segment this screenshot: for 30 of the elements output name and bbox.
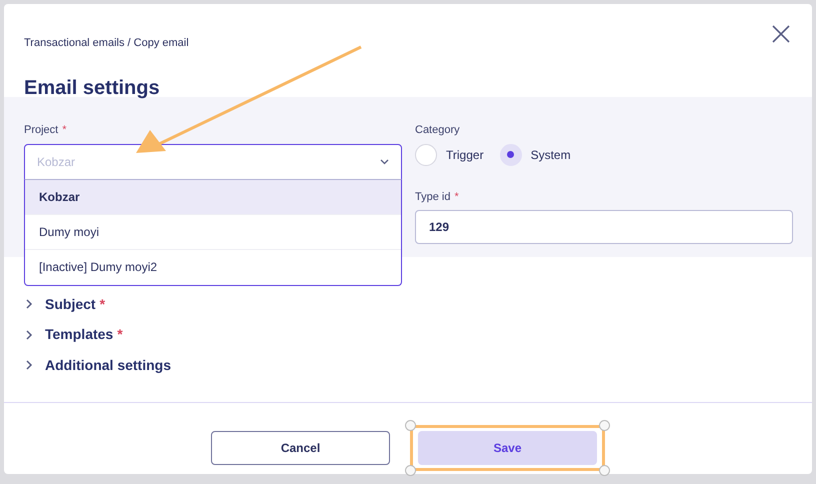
section-heading[interactable]: Templates <box>45 324 114 346</box>
close-icon[interactable] <box>772 25 790 43</box>
dropdown-option[interactable]: Dumy moyi <box>25 214 401 250</box>
type-id-label: Type id <box>415 190 450 204</box>
dialog-title: Email settings <box>24 76 161 101</box>
select-placeholder: Kobzar <box>37 154 76 170</box>
radio-button[interactable] <box>415 144 437 166</box>
required-mark: * <box>62 123 67 138</box>
radio-label: System <box>530 146 571 164</box>
required-mark: * <box>100 294 106 314</box>
radio-label: Trigger <box>446 146 484 164</box>
resize-handle <box>599 420 610 431</box>
chevron-right-icon[interactable] <box>26 330 33 340</box>
required-mark: * <box>117 325 123 344</box>
chevron-right-icon[interactable] <box>26 360 33 370</box>
section-heading[interactable]: Additional settings <box>45 354 171 376</box>
dropdown-option[interactable]: [Inactive] Dumy moyi2 <box>25 250 401 284</box>
resize-handle <box>405 420 416 431</box>
chevron-right-icon[interactable] <box>26 299 33 310</box>
project-label: Project <box>24 123 58 138</box>
cancel-button[interactable]: Cancel <box>211 431 390 465</box>
save-button[interactable]: Save <box>418 431 597 465</box>
section-heading[interactable]: Subject <box>45 294 96 315</box>
category-label: Category <box>415 123 460 138</box>
radio-button[interactable] <box>500 144 522 166</box>
type-id-field[interactable]: 129 <box>415 210 793 244</box>
required-mark: * <box>454 190 459 204</box>
breadcrumb: Transactional emails / Copy email <box>24 36 189 51</box>
dropdown-option[interactable]: Kobzar <box>25 180 401 214</box>
chevron-down-icon <box>380 158 389 164</box>
